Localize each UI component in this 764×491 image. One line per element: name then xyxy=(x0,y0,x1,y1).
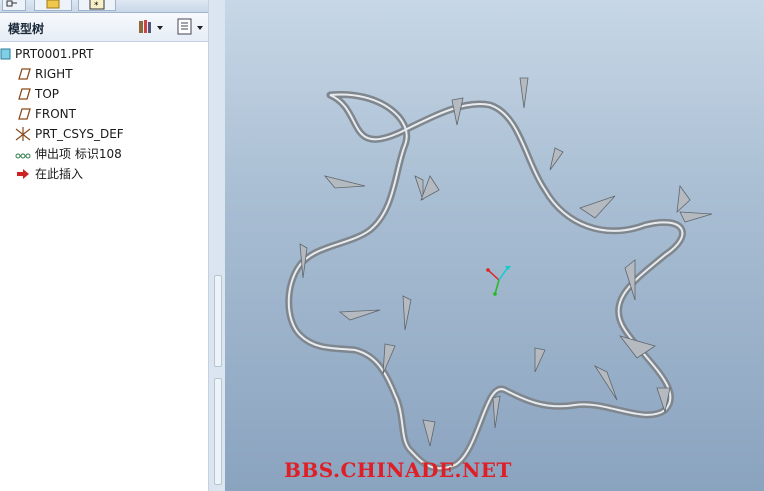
tree-item-label: FRONT xyxy=(35,107,76,121)
splitter-handle-upper[interactable] xyxy=(214,275,222,367)
panel-header: 模型树 xyxy=(0,13,208,42)
tree-item-label: TOP xyxy=(35,87,60,101)
spike xyxy=(422,419,436,447)
tree-item-top[interactable]: TOP xyxy=(0,84,206,104)
spike xyxy=(618,335,656,359)
spike xyxy=(579,195,616,219)
panel-title: 模型树 xyxy=(8,22,45,36)
datum-plane-icon xyxy=(18,88,31,100)
tree-item-part[interactable]: PRT0001.PRT xyxy=(0,44,206,64)
swept-ring-model xyxy=(285,90,686,472)
tree-item-right[interactable]: RIGHT xyxy=(0,64,206,84)
tree-item-front[interactable]: FRONT xyxy=(0,104,206,124)
model-tree-panel: * 模型树 PRT0001.PRT RIGHT TOP FRONT PRT_CS… xyxy=(0,0,214,491)
datum-plane-icon xyxy=(18,68,31,80)
part-icon xyxy=(0,48,11,60)
coordinate-system-icon xyxy=(15,127,31,141)
datum-plane-icon xyxy=(18,108,31,120)
settings-dropdown-button[interactable] xyxy=(136,17,166,37)
spike xyxy=(549,147,564,171)
spike xyxy=(402,295,412,331)
panel-splitter[interactable] xyxy=(208,0,226,491)
spike xyxy=(420,175,440,201)
model-tree: PRT0001.PRT RIGHT TOP FRONT PRT_CSYS_DEF… xyxy=(0,44,206,184)
spike xyxy=(679,211,713,223)
tree-item-protrusion[interactable]: 伸出项 标识108 xyxy=(0,144,206,164)
show-dropdown-button[interactable] xyxy=(176,17,206,37)
spike xyxy=(338,309,381,321)
tab-folder-browser[interactable] xyxy=(34,0,72,11)
tree-item-label: RIGHT xyxy=(35,67,73,81)
protrusion-icon xyxy=(15,153,31,159)
tab-model-tree[interactable] xyxy=(2,0,26,11)
tree-item-label: 伸出项 标识108 xyxy=(35,147,122,161)
tree-item-insert-here[interactable]: 在此插入 xyxy=(0,164,206,184)
folder-icon xyxy=(46,0,60,9)
tab-favorites[interactable]: * xyxy=(78,0,116,11)
spike xyxy=(382,343,396,375)
splitter-handle-lower[interactable] xyxy=(214,378,222,485)
spike xyxy=(676,184,691,214)
model-tree-tab-icon xyxy=(6,0,17,7)
spike xyxy=(492,395,501,429)
tree-item-label: PRT0001.PRT xyxy=(15,47,94,61)
spike xyxy=(593,364,618,401)
spike xyxy=(414,175,424,201)
spike xyxy=(323,175,366,189)
tree-item-label: PRT_CSYS_DEF xyxy=(35,127,124,141)
tree-item-csys[interactable]: PRT_CSYS_DEF xyxy=(0,124,206,144)
spike xyxy=(534,347,546,373)
list-view-icon xyxy=(177,18,203,35)
spike xyxy=(519,77,529,109)
tree-item-label: 在此插入 xyxy=(35,167,84,181)
panel-tab-strip: * xyxy=(0,0,214,13)
tools-icon xyxy=(139,20,163,33)
coordinate-triad-icon xyxy=(486,266,511,296)
model-canvas xyxy=(285,77,713,472)
favorites-icon: * xyxy=(89,0,105,11)
watermark-text: BBS.CHINADE.NET xyxy=(284,458,512,482)
graphics-viewport[interactable]: BBS.CHINADE.NET xyxy=(225,0,764,491)
svg-text:*: * xyxy=(94,1,99,11)
insert-here-arrow-icon xyxy=(17,169,29,179)
